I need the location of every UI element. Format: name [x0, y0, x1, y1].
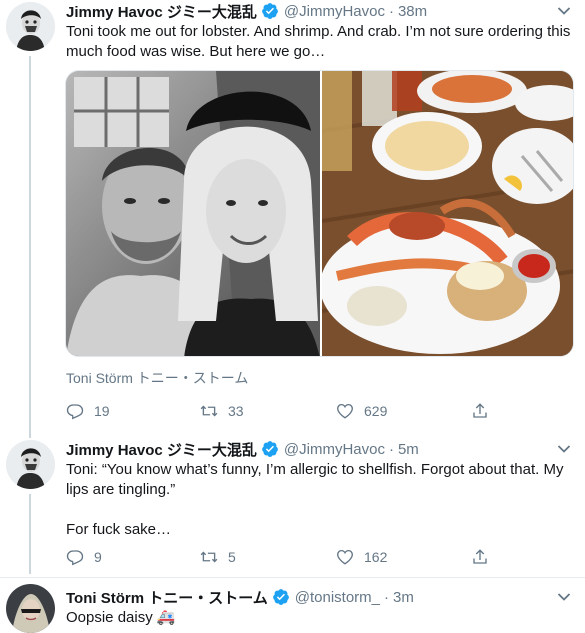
chevron-down-icon[interactable] [557, 6, 571, 16]
tweet-text-line: For fuck sake… [66, 521, 172, 538]
tweet-media[interactable] [65, 70, 574, 357]
like-count: 162 [364, 549, 388, 565]
like-count: 629 [364, 403, 388, 419]
photo-selfie[interactable] [66, 71, 320, 356]
tweet-header: Jimmy Havoc ジミー大混乱 @JimmyHavoc · 5m [66, 439, 419, 459]
tweet[interactable]: Toni Störm トニー・ストーム @tonistorm_ · 3m Oop… [0, 578, 585, 633]
chevron-down-icon[interactable] [557, 444, 571, 454]
tweet-header: Toni Störm トニー・ストーム @tonistorm_ · 3m [66, 587, 414, 607]
tweet-text-line: Toni: “You know what’s funny, I’m allerg… [66, 461, 564, 498]
verified-badge-icon [262, 3, 278, 19]
reply-count: 19 [94, 403, 110, 419]
user-handle[interactable]: @JimmyHavoc [284, 441, 385, 458]
user-handle[interactable]: @tonistorm_ [295, 589, 380, 606]
tweet-text: Oopsie daisy 🚑 [66, 609, 176, 626]
avatar[interactable] [6, 584, 55, 633]
chevron-down-icon[interactable] [557, 592, 571, 602]
avatar[interactable] [6, 2, 55, 51]
tagged-user[interactable]: Toni Störm トニー・ストーム [66, 368, 248, 388]
reply-button[interactable]: 9 [66, 548, 102, 566]
retweet-button[interactable]: 5 [200, 548, 236, 566]
display-name[interactable]: Jimmy Havoc ジミー大混乱 [66, 1, 257, 22]
heart-icon [337, 403, 353, 419]
reply-count: 9 [94, 549, 102, 565]
separator-dot: · [388, 2, 394, 20]
share-icon [473, 549, 487, 564]
timestamp[interactable]: 3m [393, 589, 414, 606]
photo-seafood-platter[interactable] [320, 71, 573, 356]
share-icon [473, 403, 487, 418]
tweet-header: Jimmy Havoc ジミー大混乱 @JimmyHavoc · 38m [66, 1, 427, 21]
tweet-actions: 9 5 162 [66, 547, 576, 567]
retweet-button[interactable]: 33 [200, 402, 244, 420]
tweet-text: Toni took me out for lobster. And shrimp… [66, 23, 571, 60]
reply-button[interactable]: 19 [66, 402, 110, 420]
timestamp[interactable]: 5m [398, 441, 419, 458]
tweet-actions: 19 33 629 [66, 401, 576, 421]
retweet-count: 5 [228, 549, 236, 565]
reply-icon [66, 404, 84, 420]
verified-badge-icon [272, 589, 289, 605]
share-button[interactable] [471, 548, 499, 566]
display-name[interactable]: Toni Störm トニー・ストーム [66, 587, 268, 608]
user-handle[interactable]: @JimmyHavoc [284, 3, 385, 20]
share-button[interactable] [471, 402, 499, 420]
like-button[interactable]: 162 [336, 548, 387, 566]
tweet-text: Toni: “You know what’s funny, I’m allerg… [66, 460, 576, 540]
separator-dot: · [384, 588, 390, 606]
display-name[interactable]: Jimmy Havoc ジミー大混乱 [66, 439, 257, 460]
avatar[interactable] [6, 440, 55, 489]
tweet[interactable]: Jimmy Havoc ジミー大混乱 @JimmyHavoc · 5m Toni… [0, 438, 585, 574]
retweet-icon [200, 551, 218, 563]
retweet-count: 33 [228, 403, 244, 419]
heart-icon [337, 549, 353, 565]
separator-dot: · [388, 440, 394, 458]
verified-badge-icon [262, 441, 278, 457]
retweet-icon [200, 405, 218, 417]
tweet[interactable]: Jimmy Havoc ジミー大混乱 @JimmyHavoc · 38m Ton… [0, 0, 585, 430]
timestamp[interactable]: 38m [398, 3, 427, 20]
like-button[interactable]: 629 [336, 402, 387, 420]
reply-icon [66, 550, 84, 566]
